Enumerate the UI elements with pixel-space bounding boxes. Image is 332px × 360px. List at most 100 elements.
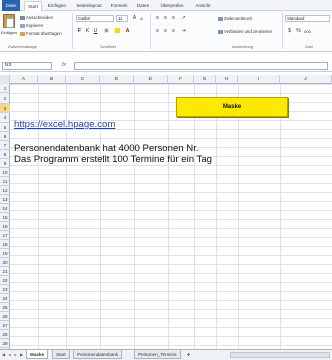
paste-icon[interactable] bbox=[3, 14, 15, 28]
font-size-select[interactable]: 11 bbox=[116, 15, 128, 22]
row-header[interactable]: 27 bbox=[0, 321, 10, 330]
sheet-tab-personen-termine[interactable]: Personen_Termine bbox=[134, 350, 181, 359]
currency-icon[interactable]: $ bbox=[286, 28, 293, 35]
insert-sheet-icon[interactable]: ✚ bbox=[186, 351, 191, 359]
paste-button[interactable]: Einfügen bbox=[1, 30, 17, 35]
cut-button[interactable]: Ausschneiden bbox=[20, 15, 53, 20]
tab-data[interactable]: Daten bbox=[133, 1, 153, 11]
ribbon-separator bbox=[150, 13, 151, 49]
row-header[interactable]: 13 bbox=[0, 195, 10, 204]
italic-button[interactable]: K bbox=[84, 28, 91, 35]
formula-input[interactable] bbox=[74, 62, 328, 70]
prev-sheet-icon[interactable]: ◂ bbox=[7, 351, 12, 359]
column-header[interactable]: A bbox=[10, 75, 38, 84]
font-name-select[interactable]: Calibri bbox=[76, 15, 114, 22]
format-painter-button[interactable]: Format übertragen bbox=[20, 31, 62, 36]
fill-color-icon[interactable] bbox=[114, 28, 121, 35]
website-link[interactable]: https://excel.hpage.com bbox=[14, 119, 115, 130]
indent-icon[interactable]: ⇥ bbox=[180, 28, 187, 35]
merge-label: Verbinden und zentrieren bbox=[224, 29, 273, 34]
row-header[interactable]: 15 bbox=[0, 213, 10, 222]
column-header[interactable]: H bbox=[216, 75, 238, 84]
group-label-font: Schriftart bbox=[100, 44, 117, 49]
tab-view[interactable]: Ansicht bbox=[191, 1, 215, 11]
tab-insert[interactable]: Einfügen bbox=[45, 1, 69, 11]
column-header[interactable]: G bbox=[194, 75, 216, 84]
row-header[interactable]: 21 bbox=[0, 267, 10, 276]
formula-bar: N3 fx bbox=[0, 59, 332, 72]
row-header[interactable]: 3 bbox=[0, 104, 10, 113]
sheet-tab-maske[interactable]: Maske bbox=[26, 350, 49, 359]
group-label-alignment: Ausrichtung bbox=[232, 44, 254, 49]
thousands-icon[interactable]: 000 bbox=[304, 28, 311, 35]
tab-file[interactable]: Datei bbox=[2, 0, 20, 11]
select-all-corner[interactable] bbox=[0, 75, 10, 84]
align-top-icon[interactable]: ≡ bbox=[154, 15, 161, 22]
number-format-select[interactable]: Standard bbox=[285, 15, 330, 22]
next-sheet-icon[interactable]: ▸ bbox=[13, 351, 18, 359]
row-header[interactable]: 17 bbox=[0, 231, 10, 240]
wrap-text-label: Zeilenumbruch bbox=[224, 16, 253, 21]
align-bottom-icon[interactable]: ≡ bbox=[170, 15, 177, 22]
copy-button[interactable]: Kopieren bbox=[20, 23, 43, 28]
row-header[interactable]: 25 bbox=[0, 303, 10, 312]
row-header[interactable]: 7 bbox=[0, 141, 10, 150]
column-header[interactable]: E bbox=[134, 75, 168, 84]
align-center-icon[interactable]: ≡ bbox=[162, 28, 169, 35]
row-header[interactable]: 12 bbox=[0, 186, 10, 195]
tab-review[interactable]: Überprüfen bbox=[157, 1, 187, 11]
column-header[interactable]: I bbox=[238, 75, 280, 84]
row-header[interactable]: 18 bbox=[0, 240, 10, 249]
row-header[interactable]: 1 bbox=[0, 84, 10, 93]
row-header[interactable]: 24 bbox=[0, 294, 10, 303]
tab-page-layout[interactable]: Seitenlayout bbox=[72, 1, 106, 11]
maske-button[interactable]: Maske bbox=[176, 97, 288, 117]
row-header[interactable]: 23 bbox=[0, 285, 10, 294]
column-header[interactable]: J bbox=[280, 75, 332, 84]
row-header[interactable]: 26 bbox=[0, 312, 10, 321]
sheet-tab-personendatenbank[interactable]: Personendatenbank bbox=[73, 350, 123, 359]
row-header[interactable]: 19 bbox=[0, 249, 10, 258]
row-header[interactable]: 8 bbox=[0, 150, 10, 159]
row-header[interactable]: 9 bbox=[0, 159, 10, 168]
align-middle-icon[interactable]: ≡ bbox=[162, 15, 169, 22]
underline-button[interactable]: U bbox=[92, 28, 99, 35]
bold-button[interactable]: F bbox=[76, 28, 83, 35]
name-box[interactable]: N3 bbox=[2, 62, 52, 70]
row-header[interactable]: 20 bbox=[0, 258, 10, 267]
row-header[interactable]: 5 bbox=[0, 123, 10, 132]
row-header[interactable]: 28 bbox=[0, 330, 10, 339]
sheet-tab-start[interactable]: Start bbox=[52, 350, 70, 359]
row-header[interactable]: 2 bbox=[0, 93, 10, 104]
align-right-icon[interactable]: ≡ bbox=[170, 28, 177, 35]
row-header[interactable]: 16 bbox=[0, 222, 10, 231]
row-header[interactable]: 10 bbox=[0, 168, 10, 177]
first-sheet-icon[interactable]: ◀ bbox=[1, 351, 6, 359]
last-sheet-icon[interactable]: ▶ bbox=[19, 351, 24, 359]
horizontal-scrollbar[interactable] bbox=[230, 352, 330, 358]
wrap-text-button[interactable]: Zeilenumbruch bbox=[218, 16, 252, 21]
align-left-icon[interactable]: ≡ bbox=[154, 28, 161, 35]
font-color-icon[interactable]: A bbox=[124, 28, 131, 35]
fx-icon[interactable]: fx bbox=[62, 62, 66, 68]
row-header[interactable]: 14 bbox=[0, 204, 10, 213]
ribbon-separator bbox=[72, 13, 73, 49]
orientation-icon[interactable]: ↗ bbox=[180, 15, 187, 22]
row-header[interactable]: 11 bbox=[0, 177, 10, 186]
copy-label: Kopieren bbox=[26, 23, 44, 28]
border-icon[interactable]: ⊞ bbox=[103, 28, 110, 35]
tab-formulas[interactable]: Formeln bbox=[108, 1, 130, 11]
column-header[interactable]: C bbox=[66, 75, 100, 84]
column-header[interactable]: B bbox=[38, 75, 66, 84]
row-header[interactable]: 22 bbox=[0, 276, 10, 285]
shrink-font-icon[interactable]: A bbox=[138, 15, 145, 22]
column-header-bar: A B C D E F G H I J bbox=[0, 75, 332, 84]
merge-center-button[interactable]: Verbinden und zentrieren bbox=[218, 29, 272, 34]
column-header[interactable]: F bbox=[168, 75, 194, 84]
row-header[interactable]: 29 bbox=[0, 339, 10, 348]
row-header[interactable]: 4 bbox=[0, 113, 10, 123]
column-header[interactable]: D bbox=[100, 75, 134, 84]
row-header[interactable]: 6 bbox=[0, 132, 10, 141]
grow-font-icon[interactable]: A bbox=[131, 15, 138, 22]
percent-icon[interactable]: % bbox=[295, 28, 302, 35]
